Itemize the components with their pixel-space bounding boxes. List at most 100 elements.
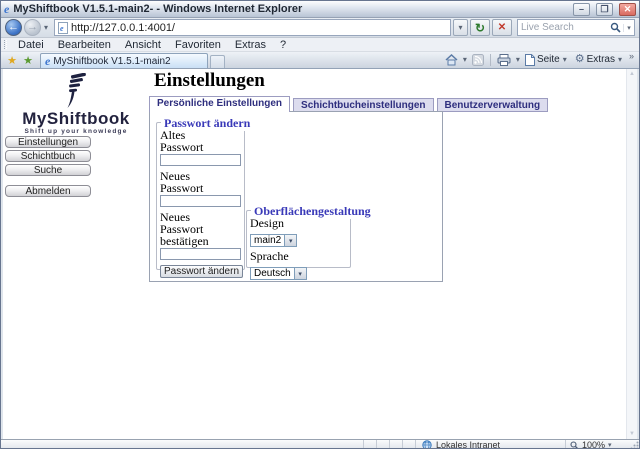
password-legend: Passwort ändern <box>161 116 254 131</box>
new-tab-button[interactable] <box>210 55 225 68</box>
search-input[interactable] <box>521 22 608 33</box>
search-icon <box>610 22 621 33</box>
print-button[interactable] <box>494 52 514 67</box>
menu-datei[interactable]: Datei <box>11 39 51 51</box>
sidebar-button-suche[interactable]: Suche <box>5 164 91 176</box>
menu-ansicht[interactable]: Ansicht <box>118 39 168 51</box>
old-password-input[interactable] <box>160 154 241 166</box>
feeds-icon <box>471 53 484 66</box>
tab-persoenliche-einstellungen[interactable]: Persönliche Einstellungen <box>149 96 291 112</box>
language-select[interactable]: Deutsch ▾ <box>250 267 307 280</box>
logo-tagline: Shift up your knowledge <box>24 128 128 135</box>
svg-text:e: e <box>60 24 64 33</box>
design-select[interactable]: main2 ▾ <box>250 234 298 247</box>
address-bar[interactable]: e <box>54 19 451 36</box>
stop-icon: ✕ <box>497 22 507 33</box>
page-favicon-icon: e <box>58 21 69 34</box>
feeds-button[interactable] <box>469 52 487 67</box>
menu-extras[interactable]: Extras <box>228 39 273 51</box>
sidebar-button-einstellungen[interactable]: Einstellungen <box>5 136 91 148</box>
page-menu-button[interactable]: Seite ▾ <box>522 52 571 67</box>
settings-tabs: Persönliche Einstellungen Schichtbuchein… <box>149 96 549 112</box>
resize-grip-icon <box>630 441 639 448</box>
zoom-level: 100% <box>582 440 606 449</box>
sidebar-button-schichtbuch[interactable]: Schichtbuch <box>5 150 91 162</box>
forward-button[interactable]: → <box>24 19 41 36</box>
search-box[interactable]: ▾ <box>517 19 635 36</box>
zoom-magnifier-icon <box>570 440 579 448</box>
home-dropdown-icon[interactable]: ▾ <box>462 55 468 64</box>
refresh-icon: ↻ <box>474 20 486 35</box>
password-fieldset: Passwort ändern Altes Passwort Neues Pas… <box>156 116 254 278</box>
back-button[interactable]: ← <box>5 19 22 36</box>
menu-favoriten[interactable]: Favoriten <box>168 39 228 51</box>
page-dropdown-icon: ▾ <box>562 55 567 64</box>
extras-dropdown-icon: ▾ <box>617 55 622 64</box>
security-zone: Lokales Intranet <box>415 440 565 449</box>
search-button[interactable] <box>608 22 623 33</box>
menu-bar: Datei Bearbeiten Ansicht Favoriten Extra… <box>1 38 639 52</box>
home-button[interactable] <box>442 52 461 67</box>
command-separator <box>489 53 491 66</box>
zoom-dropdown-icon[interactable]: ▾ <box>608 441 612 448</box>
vertical-scrollbar[interactable]: ▲ ▼ <box>626 69 637 439</box>
url-input[interactable] <box>71 21 447 34</box>
print-icon <box>497 53 511 66</box>
appearance-legend: Oberflächengestaltung <box>251 204 374 219</box>
menu-bearbeiten[interactable]: Bearbeiten <box>51 39 118 51</box>
add-favorite-button[interactable]: ★ <box>20 53 36 68</box>
confirm-password-label: Neues Passwort bestätigen <box>160 210 209 248</box>
tab-benutzerverwaltung[interactable]: Benutzerverwaltung <box>436 98 549 112</box>
logo-title: MyShiftbook <box>22 109 130 128</box>
extras-menu-button[interactable]: ⚙ Extras ▾ <box>572 52 626 67</box>
status-cell <box>376 440 389 448</box>
scroll-down-icon[interactable]: ▼ <box>629 431 635 437</box>
page-title: Einstellungen <box>154 70 265 91</box>
window-title: MyShiftbook V1.5.1-main2- - Windows Inte… <box>13 3 303 15</box>
close-button[interactable]: ✕ <box>619 2 636 16</box>
page-menu-label: Seite <box>536 54 560 65</box>
design-select-value: main2 <box>254 235 282 246</box>
new-password-label: Neues Passwort <box>160 169 204 195</box>
maximize-button[interactable]: ❐ <box>596 2 613 16</box>
refresh-button[interactable]: ↻ <box>470 19 490 36</box>
resize-grip[interactable] <box>627 441 639 448</box>
title-bar: e MyShiftbook V1.5.1-main2- - Windows In… <box>1 1 639 18</box>
status-cell <box>402 440 415 448</box>
extras-menu-label: Extras <box>586 54 615 65</box>
language-select-arrow-icon: ▾ <box>293 268 306 279</box>
browser-tab[interactable]: e MyShiftbook V1.5.1-main2 <box>40 53 208 68</box>
print-dropdown-icon[interactable]: ▾ <box>515 55 521 64</box>
settings-panel: Passwort ändern Altes Passwort Neues Pas… <box>149 111 443 282</box>
history-dropdown-icon[interactable]: ▾ <box>43 23 49 32</box>
intranet-globe-icon <box>422 440 432 448</box>
sidebar-button-abmelden[interactable]: Abmelden <box>5 185 91 197</box>
home-icon <box>445 53 458 65</box>
tab-schichtbucheinstellungen[interactable]: Schichtbucheinstellungen <box>293 98 434 112</box>
gear-icon: ⚙ <box>574 53 585 65</box>
zoom-control[interactable]: 100% ▾ <box>565 440 627 449</box>
toolbar-overflow-chevron[interactable]: » <box>627 51 636 61</box>
browser-window: e MyShiftbook V1.5.1-main2- - Windows In… <box>0 0 640 449</box>
language-select-value: Deutsch <box>254 268 291 279</box>
confirm-password-input[interactable] <box>160 248 241 260</box>
minimize-button[interactable]: – <box>573 2 590 16</box>
ie-logo-icon: e <box>4 2 10 16</box>
stop-button[interactable]: ✕ <box>492 19 512 36</box>
tab-favicon-icon: e <box>45 54 51 68</box>
scroll-up-icon[interactable]: ▲ <box>629 71 635 77</box>
new-password-input[interactable] <box>160 195 241 207</box>
tab-bar: ★ ★ e MyShiftbook V1.5.1-main2 ▾ ▾ Seite… <box>1 51 639 69</box>
change-password-button[interactable]: Passwort ändern <box>160 265 243 278</box>
design-select-arrow-icon: ▾ <box>284 235 297 246</box>
search-dropdown-icon[interactable]: ▾ <box>623 23 634 32</box>
menu-hilfe[interactable]: ? <box>273 39 293 51</box>
page-icon <box>524 53 535 66</box>
tab-title: MyShiftbook V1.5.1-main2 <box>53 55 171 67</box>
favorites-center-button[interactable]: ★ <box>4 53 20 68</box>
old-password-label: Altes Passwort <box>160 128 204 154</box>
address-dropdown-button[interactable]: ▾ <box>453 19 468 36</box>
toolbar-grip[interactable] <box>4 40 7 49</box>
security-zone-label: Lokales Intranet <box>436 440 501 449</box>
appearance-fieldset: Oberflächengestaltung Design main2 ▾ Spr… <box>246 204 374 280</box>
